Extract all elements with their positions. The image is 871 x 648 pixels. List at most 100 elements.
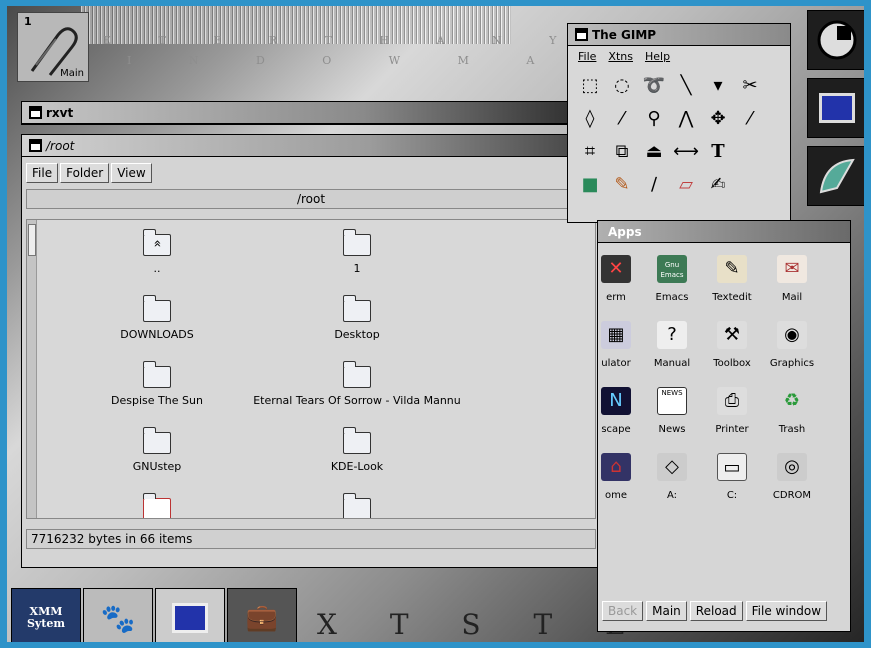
file-item-1[interactable]: 1 (227, 229, 487, 275)
brush-icon[interactable]: ⁄ (734, 103, 766, 136)
smudge-icon[interactable]: ✍ (702, 169, 734, 202)
color-picker-icon[interactable]: ▾ (702, 70, 734, 103)
lasso-icon[interactable]: ➰ (638, 70, 670, 103)
tile-number: 1 (24, 15, 32, 28)
app-printer[interactable]: ⎙ Printer (702, 387, 762, 435)
app-label: A: (666, 490, 678, 501)
file-manager-titlebar[interactable]: /root (22, 135, 600, 157)
wm-banner-text-mid: I N D O W M A (127, 54, 537, 67)
app-news[interactable]: NEWS News (642, 387, 702, 435)
menu-folder[interactable]: Folder (60, 163, 110, 183)
apps-window[interactable]: Apps ✕ erm Gnu Emacs Emacs ✎ Textedit ✉ … (597, 220, 851, 632)
app-emacs[interactable]: Gnu Emacs Emacs (642, 255, 702, 303)
folder-icon (342, 493, 371, 518)
tile-label: Main (60, 68, 84, 79)
magic-wand-icon[interactable]: ╲ (670, 70, 702, 103)
file-item-label: Desktop (334, 328, 380, 341)
rxvt-window[interactable]: rxvt (21, 101, 591, 125)
resize-icon[interactable]: ⟷ (670, 136, 702, 169)
app-home[interactable]: ⌂ ome (586, 453, 646, 501)
window-menu-icon[interactable] (29, 139, 42, 152)
app-manual[interactable]: ? Manual (642, 321, 702, 369)
app-cdrom[interactable]: ◎ CDROM (762, 453, 822, 501)
app-xterm[interactable]: ✕ erm (586, 255, 646, 303)
dock-tile-xmms[interactable]: XMM Sytem (11, 588, 81, 642)
dock-tile-monitor[interactable] (807, 78, 864, 138)
ellipse-select-icon[interactable]: ◌ (606, 70, 638, 103)
fg-bg-icon[interactable]: ■ (574, 169, 606, 202)
monitor-icon (819, 93, 855, 123)
eyedropper-icon[interactable]: ⁄ (606, 103, 638, 136)
airbrush-icon[interactable]: ∕ (638, 169, 670, 202)
status-bar: 7716232 bytes in 66 items (26, 529, 596, 549)
reload-button[interactable]: Reload (689, 601, 743, 621)
app-toolbox[interactable]: ⚒ Toolbox (702, 321, 762, 369)
back-button[interactable]: Back (602, 601, 644, 621)
home-icon: ⌂ (601, 453, 631, 481)
dock-tile-gimp-wilber[interactable]: 🐾 (83, 588, 153, 642)
text-icon[interactable]: T (702, 136, 734, 169)
folder-icon (342, 229, 371, 256)
move-icon[interactable]: ✥ (702, 103, 734, 136)
menu-view[interactable]: View (111, 163, 152, 183)
file-item-label: 1 (353, 262, 361, 275)
app-calculator[interactable]: ▦ ulator (586, 321, 646, 369)
window-menu-icon[interactable] (575, 28, 588, 41)
dock-tile-main[interactable] (807, 10, 864, 70)
transform-icon[interactable]: ⧉ (606, 136, 638, 169)
app-textedit[interactable]: ✎ Textedit (702, 255, 762, 303)
wm-logo-icon (817, 20, 857, 60)
app-mail[interactable]: ✉ Mail (762, 255, 822, 303)
gimp-menu-file[interactable]: File (578, 50, 596, 64)
file-item-kde-look[interactable]: KDE-Look (227, 427, 487, 473)
app-floppy[interactable]: ◇ A: (642, 453, 702, 501)
gimp-titlebar[interactable]: The GIMP (568, 24, 790, 46)
pencil-icon[interactable]: ✎ (606, 169, 638, 202)
dock-tile-briefcase[interactable]: 💼 (227, 588, 297, 642)
mail-icon: ✉ (777, 255, 807, 283)
main-app-tile[interactable]: 1 Main (17, 12, 89, 82)
menu-file[interactable]: File (26, 163, 59, 183)
folder-icon (342, 427, 371, 454)
file-item-partial[interactable] (227, 493, 487, 518)
app-trash[interactable]: ♻ Trash (762, 387, 822, 435)
eraser-icon[interactable]: ▱ (670, 169, 702, 202)
bezier-icon[interactable]: ◊ (574, 103, 606, 136)
app-harddisk[interactable]: ▭ C: (702, 453, 762, 501)
gimp-menu-xtns[interactable]: Xtns (608, 50, 633, 64)
file-item-eternal-tears[interactable]: Eternal Tears Of Sorrow - Vilda Mannu (227, 361, 487, 407)
flip-icon[interactable]: ⏏ (638, 136, 670, 169)
crop-icon[interactable]: ⌗ (574, 136, 606, 169)
file-manager-window[interactable]: /root File Folder View /root .. 1 DOWNLO… (21, 134, 601, 568)
magnify-icon[interactable]: ⚲ (638, 103, 670, 136)
gimp-menu-help[interactable]: Help (645, 50, 670, 64)
trash-icon: ♻ (783, 390, 801, 411)
file-list[interactable]: .. 1 DOWNLOADS Desktop Despise The Sun E… (26, 219, 596, 519)
app-graphics[interactable]: ◉ Graphics (762, 321, 822, 369)
scissors-icon[interactable]: ✂ (734, 70, 766, 103)
apps-titlebar[interactable]: Apps (598, 221, 850, 243)
dock-tile-gimp[interactable] (807, 146, 864, 206)
toolbox-icon: ⚒ (717, 321, 747, 349)
path-bar[interactable]: /root (26, 189, 596, 209)
rxvt-titlebar[interactable]: rxvt (22, 102, 590, 124)
file-item-desktop[interactable]: Desktop (227, 295, 487, 341)
main-button[interactable]: Main (646, 601, 687, 621)
app-label: ome (604, 490, 627, 501)
window-menu-icon[interactable] (29, 106, 42, 119)
gimp-tool-grid: ⬚ ◌ ➰ ╲ ▾ ✂ ◊ ⁄ ⚲ ⋀ ✥ ⁄ ⌗ ⧉ ⏏ ⟷ T ■ ✎ ∕ … (568, 68, 790, 204)
dock-tile-screen[interactable] (155, 588, 225, 642)
measure-icon[interactable]: ⋀ (670, 103, 702, 136)
gimp-toolbox-window[interactable]: The GIMP File Xtns Help ⬚ ◌ ➰ ╲ ▾ ✂ ◊ ⁄ … (567, 23, 791, 223)
emacs-icon: Gnu Emacs (657, 255, 687, 283)
app-label: Graphics (769, 358, 815, 369)
file-window-button[interactable]: File window (745, 601, 828, 621)
app-label: Textedit (712, 292, 752, 303)
rect-select-icon[interactable]: ⬚ (574, 70, 606, 103)
app-label: Toolbox (713, 358, 751, 369)
gimp-icon (819, 158, 855, 194)
app-label: Mail (781, 292, 803, 303)
folder-icon (142, 295, 171, 322)
gimp-menubar: File Xtns Help (568, 46, 790, 68)
app-netscape[interactable]: N scape (586, 387, 646, 435)
